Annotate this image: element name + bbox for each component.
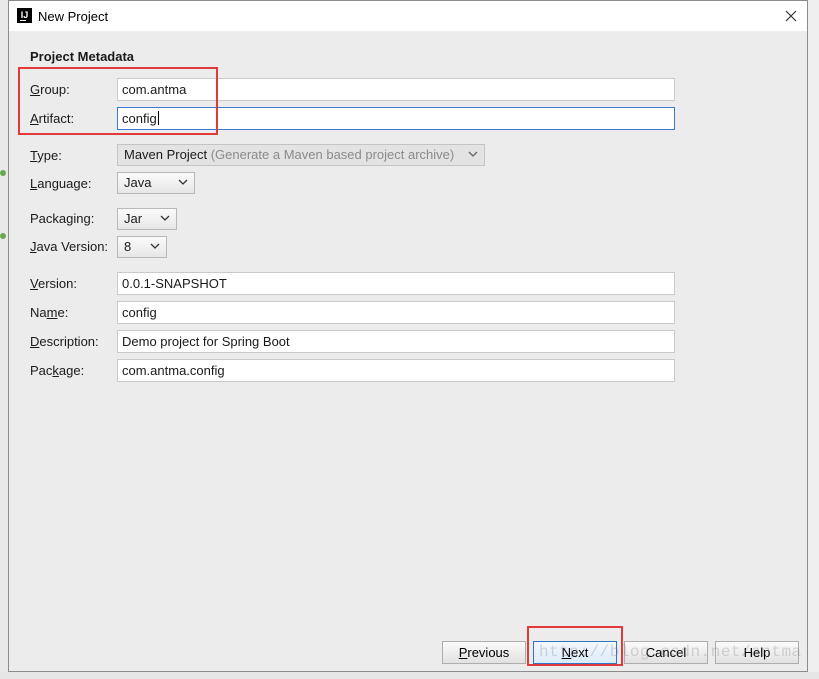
chevron-down-icon	[150, 243, 160, 249]
intellij-icon: IJ	[17, 8, 32, 23]
name-label: Name:	[30, 305, 69, 320]
language-label: Language:	[30, 176, 92, 191]
highlight-box-next	[527, 626, 623, 666]
help-button[interactable]: Help	[715, 641, 799, 664]
background-app-bottom	[0, 672, 819, 679]
new-project-dialog: IJ New Project Project Metadata Group: c…	[8, 0, 808, 672]
chevron-down-icon	[468, 151, 478, 157]
background-status-dot	[0, 233, 6, 239]
cancel-button[interactable]: Cancel	[624, 641, 708, 664]
description-label: Description:	[30, 334, 99, 349]
java-version-select[interactable]: 8	[117, 236, 167, 258]
java-version-label: Java Version:	[30, 239, 109, 254]
close-icon	[785, 10, 797, 22]
dialog-content: Project Metadata Group: com.antma Artifa…	[9, 31, 807, 671]
packaging-label: Packaging:	[30, 211, 95, 226]
name-field[interactable]: config	[117, 301, 675, 324]
packaging-select[interactable]: Jar	[117, 208, 177, 230]
highlight-box-group-artifact	[18, 67, 218, 135]
version-label: Version:	[30, 276, 77, 291]
package-label: Package:	[30, 363, 85, 378]
language-select[interactable]: Java	[117, 172, 195, 194]
version-field[interactable]: 0.0.1-SNAPSHOT	[117, 272, 675, 295]
close-button[interactable]	[781, 6, 801, 26]
title-bar: IJ New Project	[9, 1, 807, 31]
chevron-down-icon	[178, 179, 188, 185]
package-field[interactable]: com.antma.config	[117, 359, 675, 382]
background-app-right	[808, 0, 819, 679]
previous-button[interactable]: Previous	[442, 641, 526, 664]
section-title: Project Metadata	[30, 49, 135, 64]
dialog-title: New Project	[38, 9, 109, 24]
chevron-down-icon	[160, 215, 170, 221]
background-status-dot	[0, 170, 6, 176]
type-select[interactable]: Maven Project (Generate a Maven based pr…	[117, 144, 485, 166]
description-field[interactable]: Demo project for Spring Boot	[117, 330, 675, 353]
type-label: Type:	[30, 148, 62, 163]
